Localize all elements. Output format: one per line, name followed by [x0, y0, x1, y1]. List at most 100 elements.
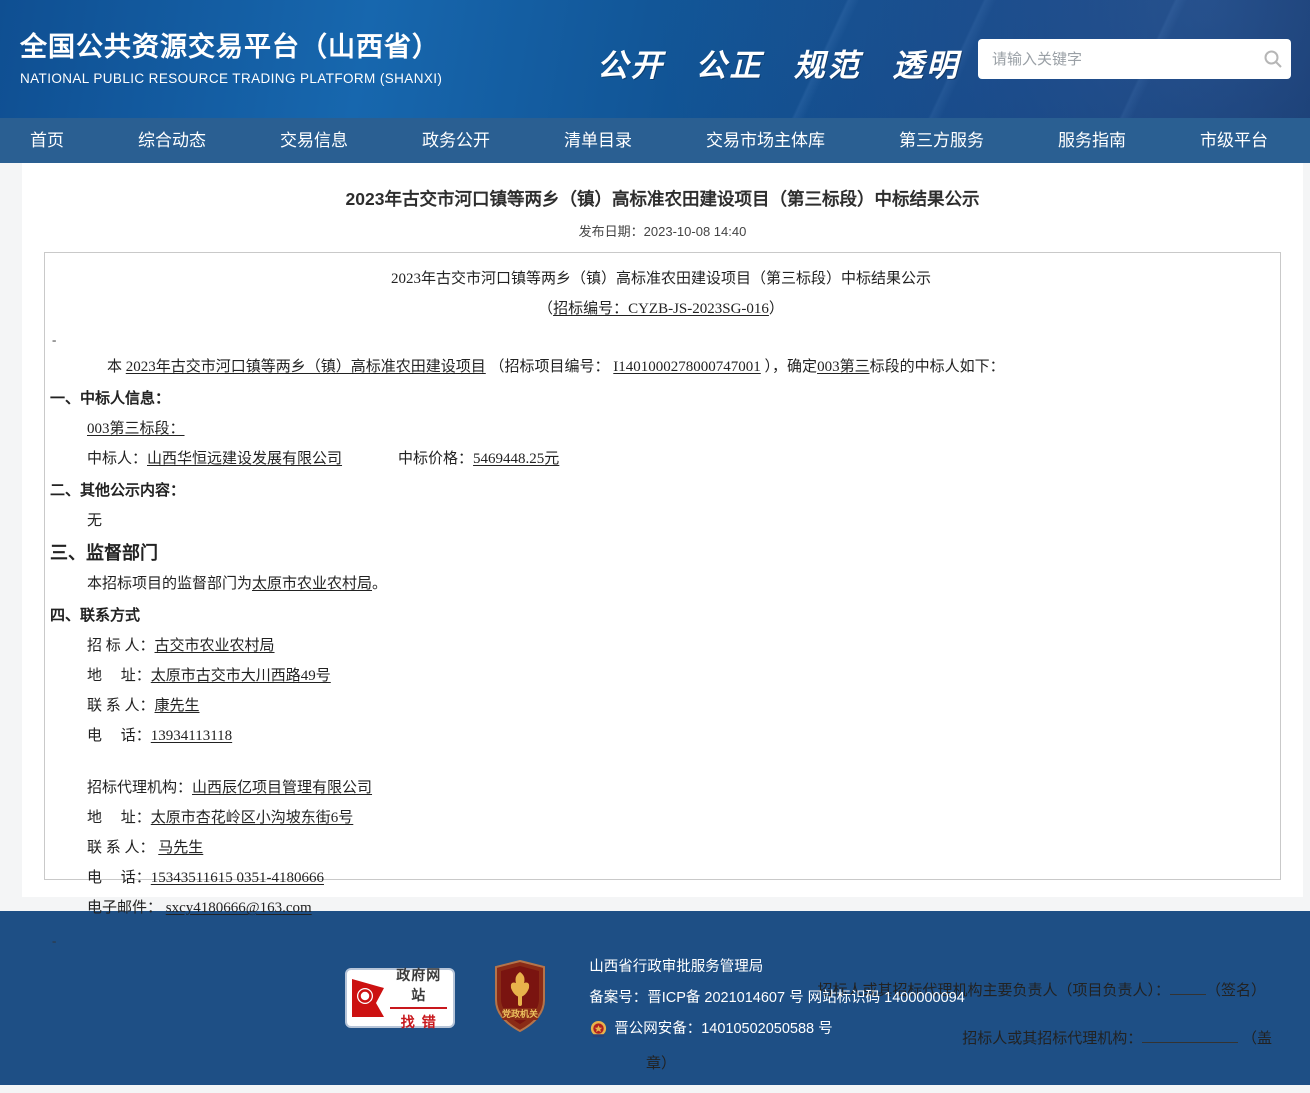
nav-item-city-platform[interactable]: 市级平台 — [1200, 118, 1268, 163]
supervision-prefix: 本招标项目的监督部门为 — [87, 576, 252, 592]
winner-name: 山西华恒远建设发展有限公司 — [147, 451, 342, 467]
price-value: 5469448.25元 — [473, 451, 559, 467]
doc-title: 2023年古交市河口镇等两乡（镇）高标准农田建设项目（第三标段）中标结果公示 — [50, 267, 1272, 288]
publish-date: 发布日期：2023-10-08 14:40 — [22, 221, 1303, 240]
nav-item-third-party[interactable]: 第三方服务 — [899, 118, 984, 163]
winner-line: 中标人：山西华恒远建设发展有限公司 中标价格：5469448.25元 — [87, 449, 1272, 470]
signature-text: 招标人或其招标代理机构： — [962, 1031, 1142, 1047]
party-gov-agency-badge[interactable]: 党政机关 — [493, 960, 547, 1037]
footer-icp: 备案号：晋ICP备 2021014607 号 网站标识码 1400000094 — [589, 983, 965, 1014]
tender-number-open: （ — [538, 301, 553, 317]
tenderer-phone: 13934113118 — [151, 728, 232, 744]
main-area: 2023年古交市河口镇等两乡（镇）高标准农田建设项目（第三标段）中标结果公示 发… — [0, 163, 1310, 911]
project-code: I1401000278000747001 — [613, 359, 761, 375]
gov-site-error-report-link[interactable]: 政府网站 找错 — [345, 968, 455, 1028]
bid-section-number: 003第三 — [817, 359, 870, 375]
agency-email: sxcy4180666@163.com — [166, 900, 312, 916]
nav-item-news[interactable]: 综合动态 — [138, 118, 206, 163]
tenderer-phone-line: 电 话：13934113118 — [87, 726, 1272, 747]
agency-phone-line: 电 话：15343511615 0351-4180666 — [87, 868, 1272, 889]
police-badge-icon — [589, 1020, 608, 1039]
signature-text: （签名） — [1206, 983, 1266, 999]
section-2-body: 无 — [87, 511, 1272, 532]
bid-section-label: 003第三标段： — [87, 419, 1272, 440]
agency-contact-line: 联 系 人： 马先生 — [87, 838, 1272, 859]
agency-name: 山西辰亿项目管理有限公司 — [192, 780, 372, 796]
contact-label: 招标代理机构： — [87, 780, 192, 796]
footer-security: 晋公网安备：14010502050588 号 — [614, 1014, 832, 1045]
supervision-line: 本招标项目的监督部门为太原市农业农村局。 — [87, 574, 1272, 595]
spacer — [50, 747, 1272, 769]
agency-address-line: 地 址：太原市杏花岭区小沟坡东街6号 — [87, 808, 1272, 829]
slogan-word-open: 公开 — [597, 48, 665, 83]
footer-security-row: 晋公网安备：14010502050588 号 — [589, 1014, 965, 1045]
intro-text: （招标项目编号： — [486, 359, 614, 375]
tenderer-name: 古交市农业农村局 — [155, 638, 275, 654]
signature-text: （盖 — [1242, 1031, 1272, 1047]
price-label: 中标价格： — [398, 451, 473, 467]
intro-paragraph: 本 2023年古交市河口镇等两乡（镇）高标准农田建设项目 （招标项目编号： I1… — [50, 357, 1272, 378]
tenderer-name-line: 招 标 人：古交市农业农村局 — [87, 636, 1272, 657]
gov-logo-line2: 找错 — [390, 1012, 447, 1032]
footer-org: 山西省行政审批服务管理局 — [589, 952, 965, 983]
section-3-heading: 三、监督部门 — [50, 541, 1272, 565]
slogan-word-transparent: 透明 — [892, 48, 960, 83]
slogan-word-standard: 规范 — [794, 48, 862, 83]
nav-item-catalog[interactable]: 清单目录 — [564, 118, 632, 163]
slogan-word-fair: 公正 — [695, 48, 763, 83]
nav-item-gov-disclosure[interactable]: 政务公开 — [422, 118, 490, 163]
search-input[interactable] — [978, 39, 1255, 79]
section-1-heading: 一、中标人信息： — [50, 389, 1272, 410]
dash-mark-top: - — [52, 332, 1272, 348]
contact-label: 联 系 人： — [87, 698, 155, 714]
signature-blank-line — [1170, 982, 1206, 995]
contact-label: 联 系 人： — [87, 840, 155, 856]
supervision-suffix: 。 — [372, 576, 387, 592]
site-brand: 全国公共资源交易平台（山西省） NATIONAL PUBLIC RESOURCE… — [20, 25, 442, 86]
nav-item-service-guide[interactable]: 服务指南 — [1058, 118, 1126, 163]
agency-contact-person: 马先生 — [158, 840, 203, 856]
contact-label: 地 址： — [87, 810, 151, 826]
tender-number-line: （招标编号：CYZB-JS-2023SG-016） — [50, 297, 1272, 318]
supervision-authority: 太原市农业农村局 — [252, 576, 372, 592]
seal-blank-line — [1142, 1030, 1238, 1043]
footer-text-block: 山西省行政审批服务管理局 备案号：晋ICP备 2021014607 号 网站标识… — [589, 952, 965, 1045]
gov-logo-text: 政府网站 找错 — [390, 965, 447, 1032]
intro-text: 标段的中标人如下： — [870, 359, 1005, 375]
nav-item-market-entities[interactable]: 交易市场主体库 — [706, 118, 825, 163]
intro-text: 本 — [107, 359, 126, 375]
tenderer-contact-line: 联 系 人：康先生 — [87, 696, 1272, 717]
error-report-magnifier-icon — [350, 975, 390, 1021]
site-header: 全国公共资源交易平台（山西省） NATIONAL PUBLIC RESOURCE… — [0, 0, 1310, 118]
contact-label: 电 话： — [87, 728, 151, 744]
nav-item-home[interactable]: 首页 — [30, 118, 64, 163]
agency-name-line: 招标代理机构：山西辰亿项目管理有限公司 — [87, 778, 1272, 799]
tender-number-close: ） — [769, 301, 784, 317]
intro-text: ），确定 — [761, 359, 817, 375]
section-4-heading: 四、联系方式 — [50, 606, 1272, 627]
badge-label: 党政机关 — [502, 1008, 538, 1019]
agency-address: 太原市杏花岭区小沟坡东街6号 — [151, 810, 354, 826]
search-icon[interactable] — [1255, 39, 1291, 79]
gov-logo-line1: 政府网站 — [390, 965, 447, 1009]
contact-label: 电子邮件： — [87, 900, 162, 916]
agency-phone: 15343511615 0351-4180666 — [151, 870, 324, 886]
tenderer-address-line: 地 址：太原市古交市大川西路49号 — [87, 666, 1272, 687]
site-subtitle: NATIONAL PUBLIC RESOURCE TRADING PLATFOR… — [20, 71, 442, 86]
bottom-strip — [0, 1085, 1310, 1093]
nav-item-trade-info[interactable]: 交易信息 — [280, 118, 348, 163]
content-panel: 2023年古交市河口镇等两乡（镇）高标准农田建设项目（第三标段）中标结果公示 发… — [22, 163, 1303, 897]
announcement-document: 2023年古交市河口镇等两乡（镇）高标准农田建设项目（第三标段）中标结果公示 （… — [44, 252, 1281, 880]
page-title: 2023年古交市河口镇等两乡（镇）高标准农田建设项目（第三标段）中标结果公示 — [22, 163, 1303, 211]
site-title: 全国公共资源交易平台（山西省） — [20, 25, 442, 64]
tenderer-address: 太原市古交市大川西路49号 — [151, 668, 331, 684]
tender-number: 招标编号：CYZB-JS-2023SG-016 — [553, 301, 769, 317]
main-nav: 首页 综合动态 交易信息 政务公开 清单目录 交易市场主体库 第三方服务 服务指… — [0, 118, 1310, 163]
winner-label: 中标人： — [87, 451, 147, 467]
search-box — [978, 39, 1291, 79]
tenderer-contact-person: 康先生 — [155, 698, 200, 714]
contact-label: 电 话： — [87, 870, 151, 886]
contact-label: 地 址： — [87, 668, 151, 684]
contact-label: 招 标 人： — [87, 638, 155, 654]
section-2-heading: 二、其他公示内容： — [50, 481, 1272, 502]
